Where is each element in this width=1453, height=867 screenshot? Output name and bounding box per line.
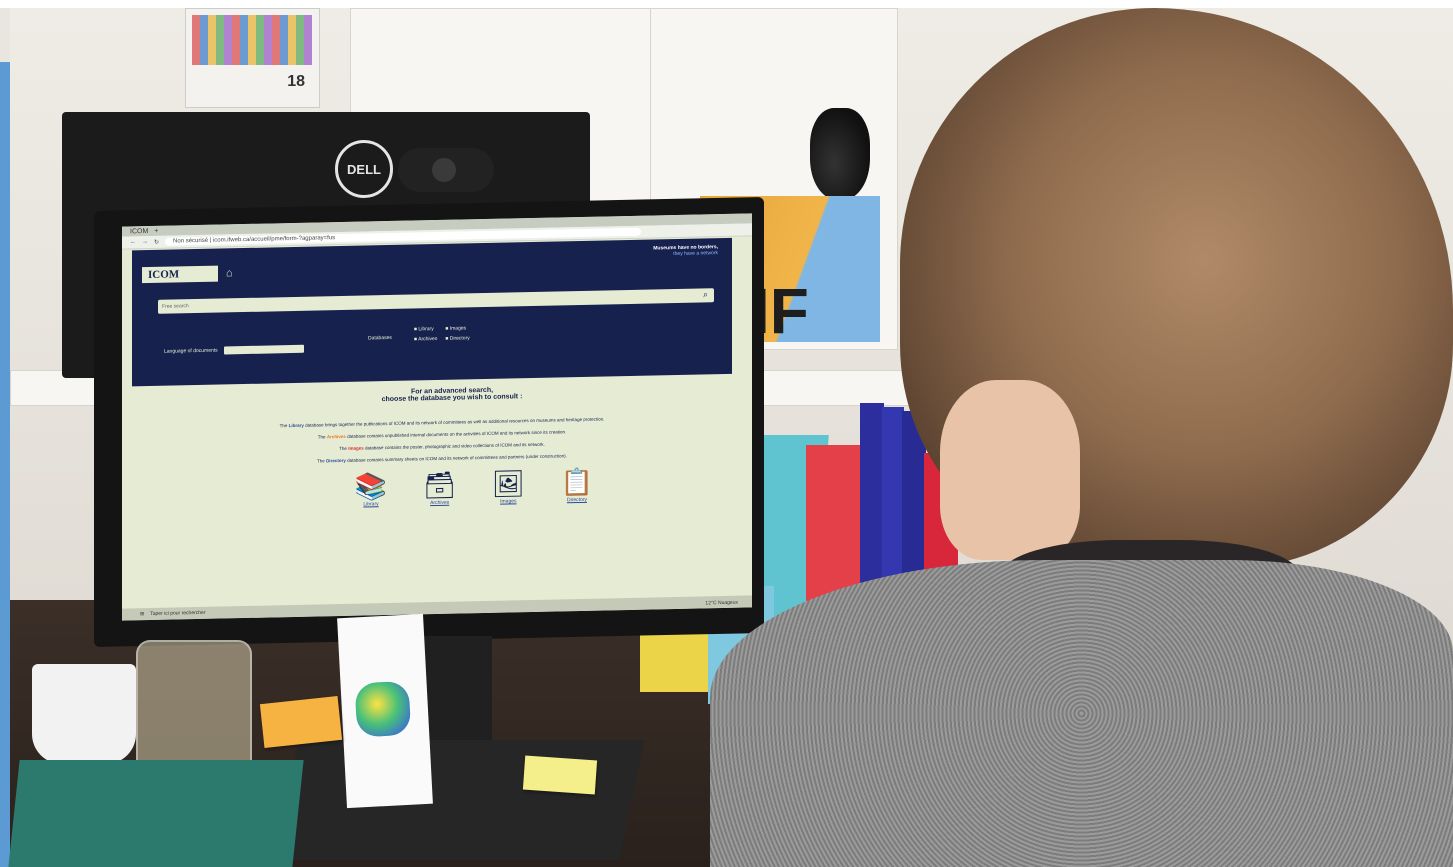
monitor-stand-base [273,740,645,860]
desc-text: database contains the poster, photograph… [363,441,545,451]
language-label: Language of documents [164,347,218,355]
white-pen-cup [32,664,136,764]
category-label: Library [363,501,379,508]
start-icon[interactable]: ⊞ [140,611,144,617]
forward-icon[interactable]: → [142,239,148,245]
card-illustration [354,680,412,738]
desc-prefix: The [339,445,349,452]
free-search-input[interactable]: Free search ⌕ [158,288,714,314]
black-vase [810,108,870,200]
site-slogan: Museums have no borders, they have a net… [653,244,718,257]
category-label: Images [500,498,517,505]
greeting-card [337,613,433,809]
database-options: Library Images Archives Directory [414,325,470,342]
stationery-tray [8,760,304,867]
poster-illustration [192,15,312,65]
advanced-search-heading: For an advanced search, choose the datab… [292,384,612,405]
reload-icon[interactable]: ↻ [154,238,159,245]
db-option-directory[interactable]: Directory [445,335,470,342]
desc-text: database contains summary sheets on ICOM… [345,453,567,463]
databases-label: Databases [368,334,392,342]
home-icon[interactable]: ⌂ [226,267,233,279]
database-category-icons: 📚 Library 🗃 Archives 🖼 Images 📋 Director… [344,467,604,508]
category-label: Directory [566,496,587,504]
top-border [0,0,1453,8]
orange-sticky-note [259,696,343,748]
yellow-sticky-note [522,755,598,795]
taskbar-search[interactable]: Taper ici pour rechercher [150,610,205,617]
category-label: Archives [430,499,450,507]
webcam-lens [432,158,456,182]
webcam [398,148,494,192]
category-images[interactable]: 🖼 Images [481,468,535,505]
office-photo: 18 IF DELL DELL ICOM + ← → ↻ Non sécuris… [0,0,1453,867]
category-archives[interactable]: 🗃 Archives [413,469,467,507]
left-edge-strip [0,62,10,867]
desc-text: database contains unpublished internal d… [345,429,567,439]
db-option-archives[interactable]: Archives [414,336,437,342]
library-link[interactable]: Library [289,423,304,428]
db-option-library[interactable]: Library [414,326,437,332]
db-option-images[interactable]: Images [445,325,469,332]
directory-link[interactable]: Directory [326,458,346,463]
image-icon: 🖼 [491,468,525,499]
dell-logo: DELL [335,140,393,198]
new-tab-icon[interactable]: + [154,227,158,234]
desc-prefix: The [317,458,327,464]
search-icon[interactable]: ⌕ [703,289,708,300]
person-neck [940,380,1080,560]
language-select[interactable] [223,344,304,355]
desc-prefix: The [317,434,327,440]
images-link[interactable]: Images [348,446,364,451]
archives-link[interactable]: Archives [327,434,346,439]
wall-poster: 18 [185,8,320,108]
icom-logo[interactable]: ICOM [142,265,218,284]
books-icon: 📚 [354,471,388,502]
category-directory[interactable]: 📋 Directory [550,467,604,504]
site-header: ICOM ⌂ Museums have no borders, they hav… [132,237,732,387]
browser-tab[interactable]: ICOM [130,228,148,235]
search-placeholder: Free search [162,303,189,310]
poster-number: 18 [287,73,305,90]
desc-text: database brings together the publication… [303,416,605,428]
desc-prefix: The [279,423,289,429]
system-tray-weather: 12°C Nuageux [705,599,738,607]
language-filter: Language of documents [164,344,304,356]
category-library[interactable]: 📚 Library [344,471,398,508]
back-icon[interactable]: ← [130,239,136,245]
clipboard-icon: 📋 [560,466,594,498]
grey-sweater [710,560,1453,867]
monitor-screen: ICOM + ← → ↻ Non sécurisé | icom.ifweb.c… [122,213,752,621]
archive-box-icon: 🗃 [423,469,457,501]
directory-description: The Directory database contains summary … [212,451,672,466]
